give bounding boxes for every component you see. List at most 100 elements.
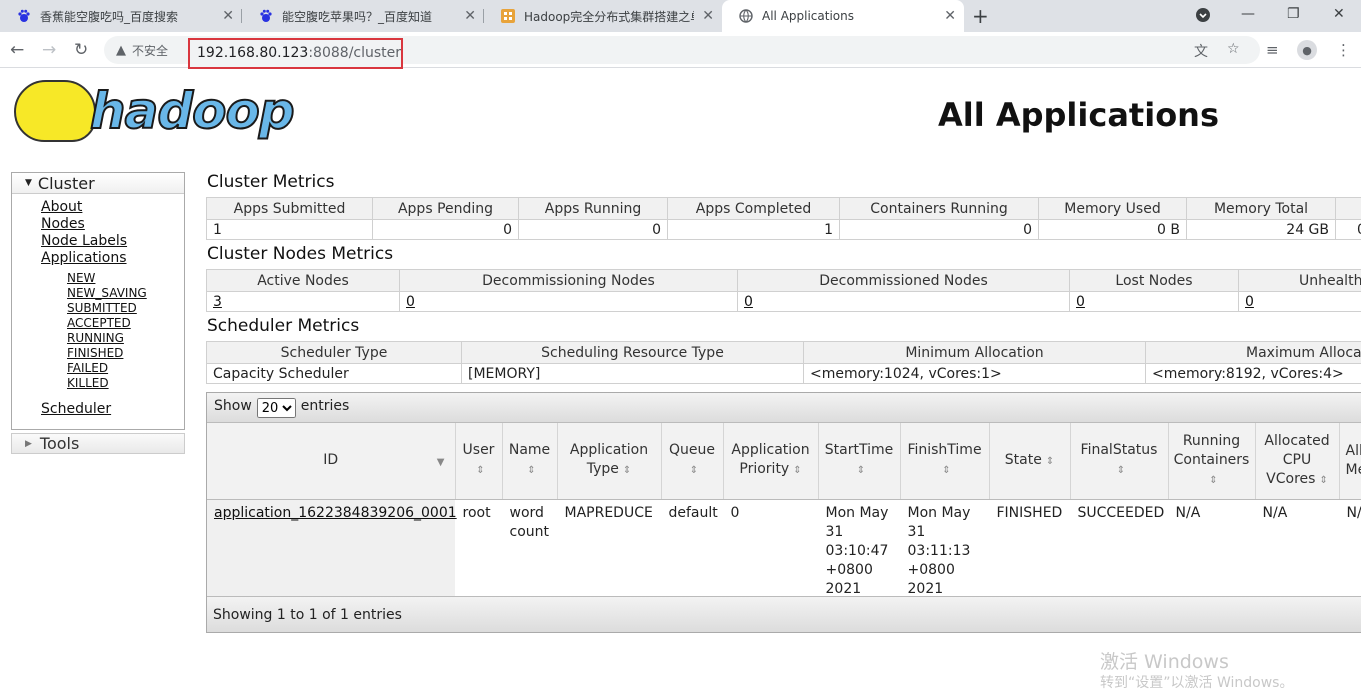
header-label: Application Type (569, 442, 649, 478)
windows-activation-hint: 转到“设置”以激活 Windows。 (1100, 675, 1294, 691)
nav-app-state-failed[interactable]: FAILED (67, 361, 108, 375)
bookmark-star-icon[interactable]: ☆ (1227, 41, 1240, 57)
column-header: Active Nodes (206, 269, 400, 292)
column-header-user[interactable]: User ⇕ (455, 423, 503, 500)
column-header-finishtime[interactable]: FinishTime ⇕ (900, 423, 990, 500)
column-header-finalstatus[interactable]: FinalStatus ⇕ (1070, 423, 1169, 500)
baidu-paw-icon (258, 8, 274, 24)
tab-search-icon[interactable] (1195, 7, 1211, 27)
nav-about-link[interactable]: About (41, 199, 82, 215)
close-tab-icon[interactable]: ✕ (464, 8, 476, 24)
metric-value: 1 (667, 219, 840, 240)
header-label: Allocated Memory MB (1345, 442, 1361, 478)
metric-value: 0 B (1335, 219, 1361, 240)
column-header-name[interactable]: Name ⇕ (502, 423, 558, 500)
menu-kebab-icon[interactable]: ⋮ (1336, 41, 1351, 59)
tools-nav-panel[interactable]: ▶ Tools (11, 433, 185, 454)
decommissioned-nodes-link[interactable]: 0 (744, 294, 753, 310)
minimize-icon[interactable]: — (1241, 6, 1255, 22)
table-cell: default (668, 504, 718, 521)
tab-title: 能空腹吃苹果吗？_百度知道 (282, 9, 433, 24)
nav-app-state-killed[interactable]: KILLED (67, 376, 109, 390)
restore-icon[interactable]: ❐ (1287, 6, 1300, 22)
header-label: FinalStatus (1080, 442, 1158, 459)
column-header: Memory Used (1038, 197, 1187, 220)
insecure-label: 不安全 (132, 44, 169, 58)
back-icon[interactable]: ← (10, 40, 24, 60)
translate-icon[interactable]: 文 (1194, 41, 1208, 61)
active-nodes-link[interactable]: 3 (213, 294, 222, 310)
nav-app-state-finished[interactable]: FINISHED (67, 346, 123, 360)
cluster-nodes-metrics-table: Active Nodes Decommissioning Nodes Decom… (206, 269, 1361, 312)
sort-desc-icon: ▼ (436, 457, 445, 468)
forward-icon[interactable]: → (42, 40, 56, 60)
new-tab-icon[interactable]: + (972, 4, 989, 28)
nav-app-state-new-saving[interactable]: NEW_SAVING (67, 286, 147, 300)
nav-app-state-running[interactable]: RUNNING (67, 331, 124, 345)
column-header: Decommissioned Nodes (737, 269, 1070, 292)
profile-avatar-icon[interactable]: ● (1297, 40, 1317, 60)
column-header-priority[interactable]: Application Priority ⇕ (723, 423, 819, 500)
app-id-link[interactable]: application_1622384839206_0001 (214, 505, 457, 521)
app-id-cell: application_1622384839206_0001 (207, 499, 457, 603)
globe-icon (738, 8, 754, 24)
entries-per-page-select[interactable]: 20 (256, 398, 296, 418)
column-header-allocated-vcores[interactable]: Allocated CPU VCores ⇕ (1255, 423, 1340, 500)
security-indicator[interactable]: ▲ 不安全 (116, 42, 168, 59)
table-cell: MAPREDUCE (564, 504, 653, 521)
column-header: Apps Pending (372, 197, 519, 220)
header-label: StartTime (824, 442, 894, 459)
column-header-allocated-memory[interactable]: Allocated Memory MB (1339, 423, 1361, 500)
elephant-icon (14, 80, 96, 142)
scheduler-metrics-table: Scheduler Type Scheduling Resource Type … (206, 341, 1361, 384)
column-header: Unhealthy Nodes (1238, 269, 1361, 292)
table-cell: word count (509, 504, 550, 540)
close-tab-icon[interactable]: ✕ (222, 8, 234, 24)
sort-icon: ⇕ (1319, 474, 1328, 486)
applications-table: ID ▼ User ⇕ Name ⇕ Application Type ⇕ Queue ⇕… (207, 423, 1361, 603)
nav-scheduler-link[interactable]: Scheduler (41, 401, 111, 417)
close-window-icon[interactable]: ✕ (1333, 6, 1345, 22)
close-tab-icon[interactable]: ✕ (944, 8, 956, 24)
column-header-application-type[interactable]: Application Type ⇕ (557, 423, 662, 500)
cluster-metrics-table: Apps Submitted Apps Pending Apps Running… (206, 197, 1361, 240)
url-host: 192.168.80.123 (197, 45, 309, 61)
nav-applications-link[interactable]: Applications (41, 250, 127, 266)
browser-tab-active[interactable]: All Applications ✕ (722, 0, 964, 32)
nav-node-labels-link[interactable]: Node Labels (41, 233, 127, 249)
cluster-label: Cluster (37, 173, 95, 193)
reading-list-icon[interactable]: ≡ (1266, 41, 1279, 59)
column-header-starttime[interactable]: StartTime ⇕ (818, 423, 901, 500)
column-header-state[interactable]: State ⇕ (989, 423, 1071, 500)
table-cell: 0 (730, 504, 740, 521)
cluster-nav-header[interactable]: ▼ Cluster (12, 173, 184, 194)
column-header-id[interactable]: ID ▼ (207, 423, 456, 500)
unhealthy-nodes-link[interactable]: 0 (1245, 294, 1254, 310)
lost-nodes-link[interactable]: 0 (1076, 294, 1085, 310)
nav-app-state-new[interactable]: NEW (67, 271, 95, 285)
close-tab-icon[interactable]: ✕ (702, 8, 714, 24)
table-cell: Mon May 31 03:11:13 +0800 2021 (907, 504, 971, 597)
metric-value: 0 (518, 219, 668, 240)
sort-icon: ⇕ (1116, 465, 1126, 477)
scheduler-value: <memory:1024, vCores:1> (803, 363, 1146, 384)
column-header: Memory Total (1186, 197, 1336, 220)
column-header-queue[interactable]: Queue ⇕ (661, 423, 724, 500)
browser-tab[interactable]: 香蕉能空腹吃吗_百度搜索 ✕ (0, 0, 242, 32)
nav-nodes-link[interactable]: Nodes (41, 216, 85, 232)
nav-app-state-submitted[interactable]: SUBMITTED (67, 301, 137, 315)
reload-icon[interactable]: ↻ (74, 40, 88, 60)
column-header (1335, 197, 1361, 220)
column-header: Apps Completed (667, 197, 840, 220)
table-cell: N/A (1346, 504, 1361, 521)
browser-tab[interactable]: Hadoop完全分布式集群搭建之单 ✕ (484, 0, 722, 32)
browser-tab[interactable]: 能空腹吃苹果吗？_百度知道 ✕ (242, 0, 484, 32)
metric-value: 24 GB (1186, 219, 1336, 240)
windows-activation-watermark: 激活 Windows (1100, 651, 1229, 673)
url-text[interactable]: 192.168.80.123:8088/cluster (188, 38, 403, 69)
nav-app-state-accepted[interactable]: ACCEPTED (67, 316, 131, 330)
column-header-running-containers[interactable]: Running Containers ⇕ (1168, 423, 1256, 500)
decommissioning-nodes-link[interactable]: 0 (406, 294, 415, 310)
address-bar[interactable]: ▲ 不安全 192.168.80.123:8088/cluster 文 ☆ (104, 36, 1260, 69)
header-label: FinishTime (907, 442, 982, 459)
